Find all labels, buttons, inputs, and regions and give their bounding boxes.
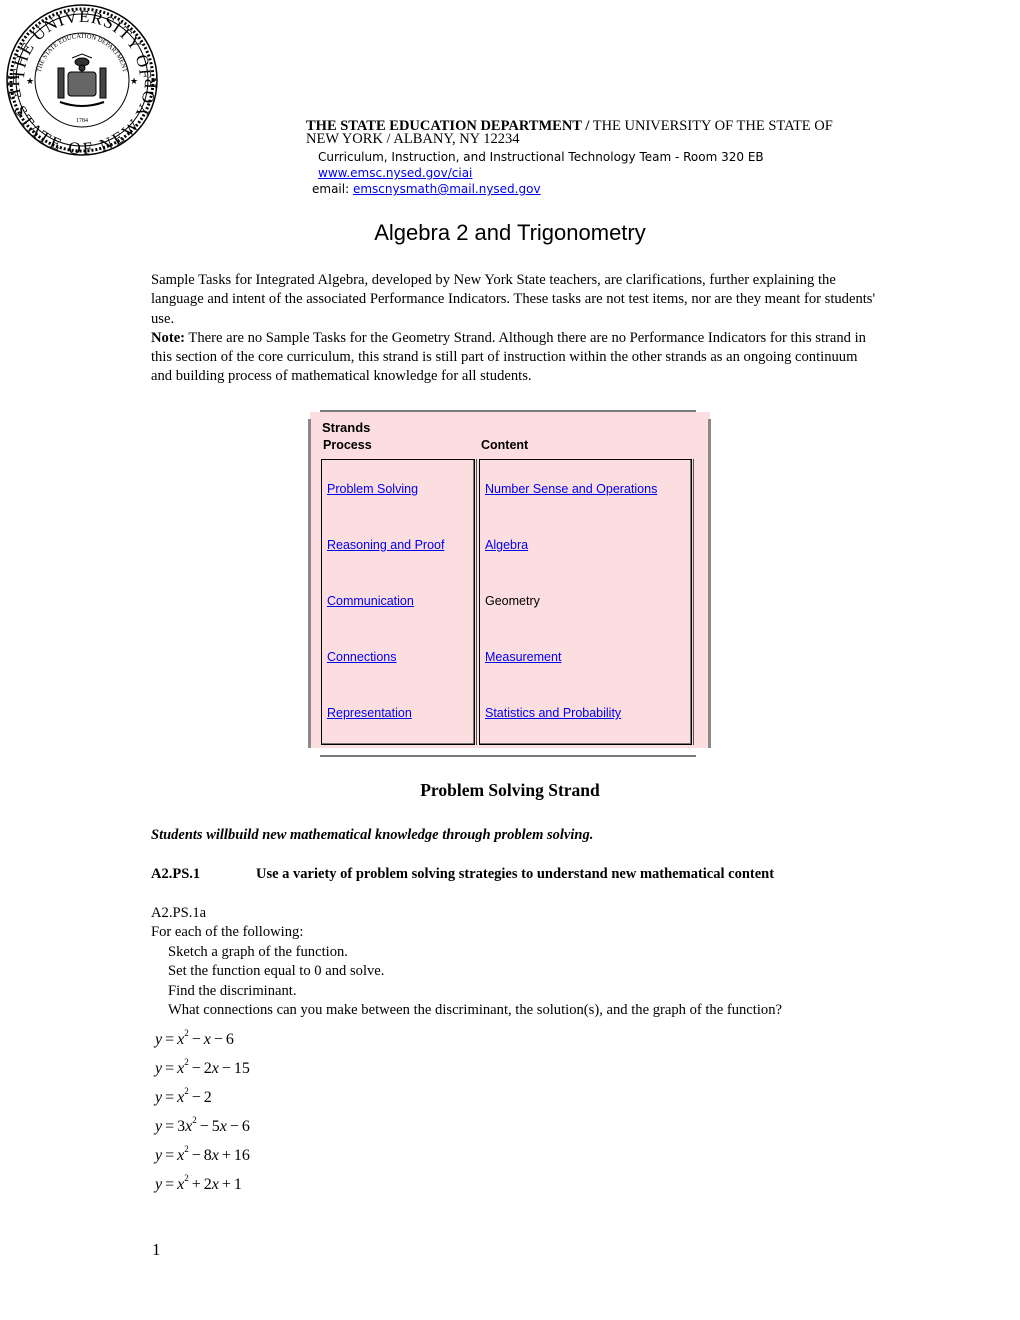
task-lead: For each of the following: (151, 924, 304, 941)
equation: y = x2−2 (155, 1086, 212, 1106)
department-header: THE STATE EDUCATION DEPARTMENT / THE UNI… (306, 119, 866, 147)
equation: y = x2 +2x +1 (155, 1173, 242, 1193)
strand-geometry: Geometry (485, 594, 540, 608)
strand-link-problem-solving[interactable]: Problem Solving (327, 482, 418, 496)
intro-text: Sample Tasks for Integrated Algebra, dev… (151, 271, 881, 387)
strand-link-representation[interactable]: Representation (327, 706, 412, 720)
performance-indicator-code: A2.PS.1 (151, 866, 201, 882)
task-step: Find the discriminant. (168, 982, 297, 999)
note-label: Note: (151, 329, 186, 346)
seal-star-left: ★ (26, 76, 34, 86)
coat-of-arms-icon (57, 53, 107, 107)
page-number: 1 (152, 1240, 161, 1259)
students-statement: Students willbuild new mathematical know… (151, 827, 594, 843)
strand-link-statistics-probability[interactable]: Statistics and Probability (485, 706, 621, 720)
note-text: There are no Sample Tasks for the Geomet… (151, 329, 866, 385)
equation: y = x2− x −6 (155, 1028, 234, 1048)
task-code: A2.PS.1a (151, 905, 207, 921)
strands-left-border (308, 419, 311, 748)
equation: y = 3x2−5x −6 (155, 1115, 250, 1135)
task-step: What connections can you make between th… (168, 1002, 782, 1019)
seal-star-right: ★ (130, 76, 138, 86)
strands-bottom-rule (320, 755, 696, 757)
section-heading: Problem Solving Strand (420, 780, 600, 800)
content-column-header: Content (481, 438, 529, 452)
intro-paragraph: Sample Tasks for Integrated Algebra, dev… (151, 272, 876, 327)
strand-link-communication[interactable]: Communication (327, 594, 414, 608)
email-link[interactable]: emscnysmath@mail.nysed.gov (353, 182, 541, 196)
process-column-header: Process (323, 438, 372, 452)
strand-link-algebra[interactable]: Algebra (485, 538, 528, 552)
strands-title: Strands (322, 420, 371, 435)
nys-university-seal: THE UNIVERSITY OF THE STATE OF NEW YORK … (4, 2, 159, 158)
strand-link-number-sense[interactable]: Number Sense and Operations (485, 482, 657, 496)
email-label: email: (312, 182, 353, 196)
page-title: Algebra 2 and Trigonometry (0, 220, 1020, 246)
team-info: Curriculum, Instruction, and Instruction… (318, 150, 764, 164)
task-step: Set the function equal to 0 and solve. (168, 963, 385, 980)
strands-background-top (320, 412, 696, 420)
equation: y = x2−2x −15 (155, 1057, 250, 1077)
website-link[interactable]: www.emsc.nysed.gov/ciai (318, 166, 472, 180)
content-outer-border (693, 459, 694, 745)
page-title-text: Algebra 2 and Trigonometry (374, 220, 646, 245)
strands-right-border (708, 419, 711, 748)
strand-link-connections[interactable]: Connections (327, 650, 397, 664)
task-step: Sketch a graph of the function. (168, 943, 348, 960)
strand-link-reasoning-and-proof[interactable]: Reasoning and Proof (327, 538, 444, 552)
performance-indicator-text: Use a variety of problem solving strateg… (256, 866, 775, 882)
equation: y = x2−8x +16 (155, 1144, 250, 1164)
strands-top-rule (320, 410, 696, 412)
email-line: email: emscnysmath@mail.nysed.gov (312, 182, 541, 196)
equation-list: y = x2− x −6 y = x2−2x −15 y = x2−2 y = 3x2−5x −6 y = x2−8… (155, 1022, 250, 1196)
seal-year: 1784 (76, 118, 88, 124)
column-separator (476, 459, 477, 745)
sample-task: A2.PS.1a For each of the following: Sket… (151, 904, 782, 1020)
strand-link-measurement[interactable]: Measurement (485, 650, 561, 664)
